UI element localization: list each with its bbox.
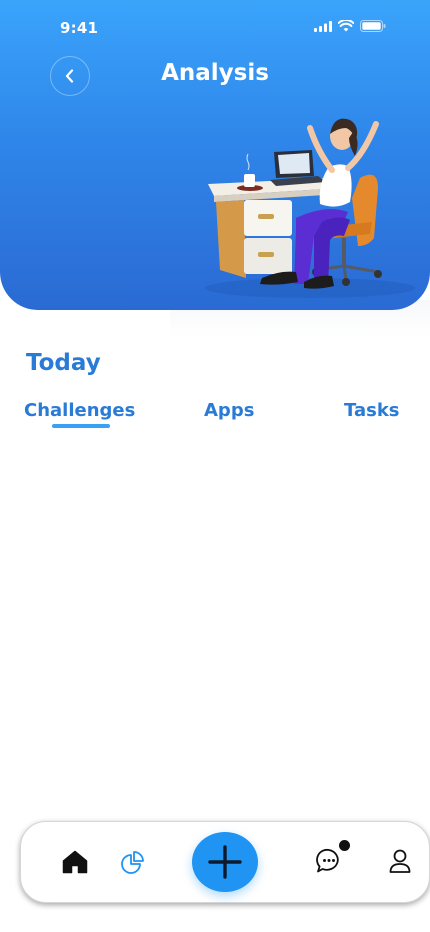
nav-profile-button[interactable] [387, 847, 413, 875]
signal-icon [314, 20, 332, 32]
active-tab-indicator [52, 424, 110, 428]
status-time: 9:41 [60, 19, 99, 37]
header-banner: 9:41 Analysis [0, 0, 430, 310]
wifi-icon [338, 20, 354, 32]
status-bar: 9:41 [0, 0, 430, 54]
analysis-icon [121, 851, 144, 874]
tab-challenges[interactable]: Challenges [24, 400, 135, 421]
section-title: Today [26, 350, 101, 376]
plus-icon [208, 845, 242, 879]
unread-dot [339, 840, 350, 851]
woman-at-desk-illustration [205, 118, 415, 298]
nav-analysis-button[interactable] [120, 848, 148, 876]
tab-apps[interactable]: Apps [204, 400, 254, 421]
page-title: Analysis [161, 60, 269, 86]
add-button[interactable] [192, 832, 258, 892]
user-icon [389, 849, 411, 873]
status-icons [314, 20, 386, 32]
home-icon [62, 850, 88, 874]
tab-tasks[interactable]: Tasks [344, 400, 400, 421]
battery-icon [360, 20, 386, 32]
chat-bubble-icon [316, 848, 339, 873]
nav-home-button[interactable] [61, 848, 89, 876]
nav-messages-button[interactable] [314, 846, 344, 876]
bottom-navigation [20, 821, 430, 903]
